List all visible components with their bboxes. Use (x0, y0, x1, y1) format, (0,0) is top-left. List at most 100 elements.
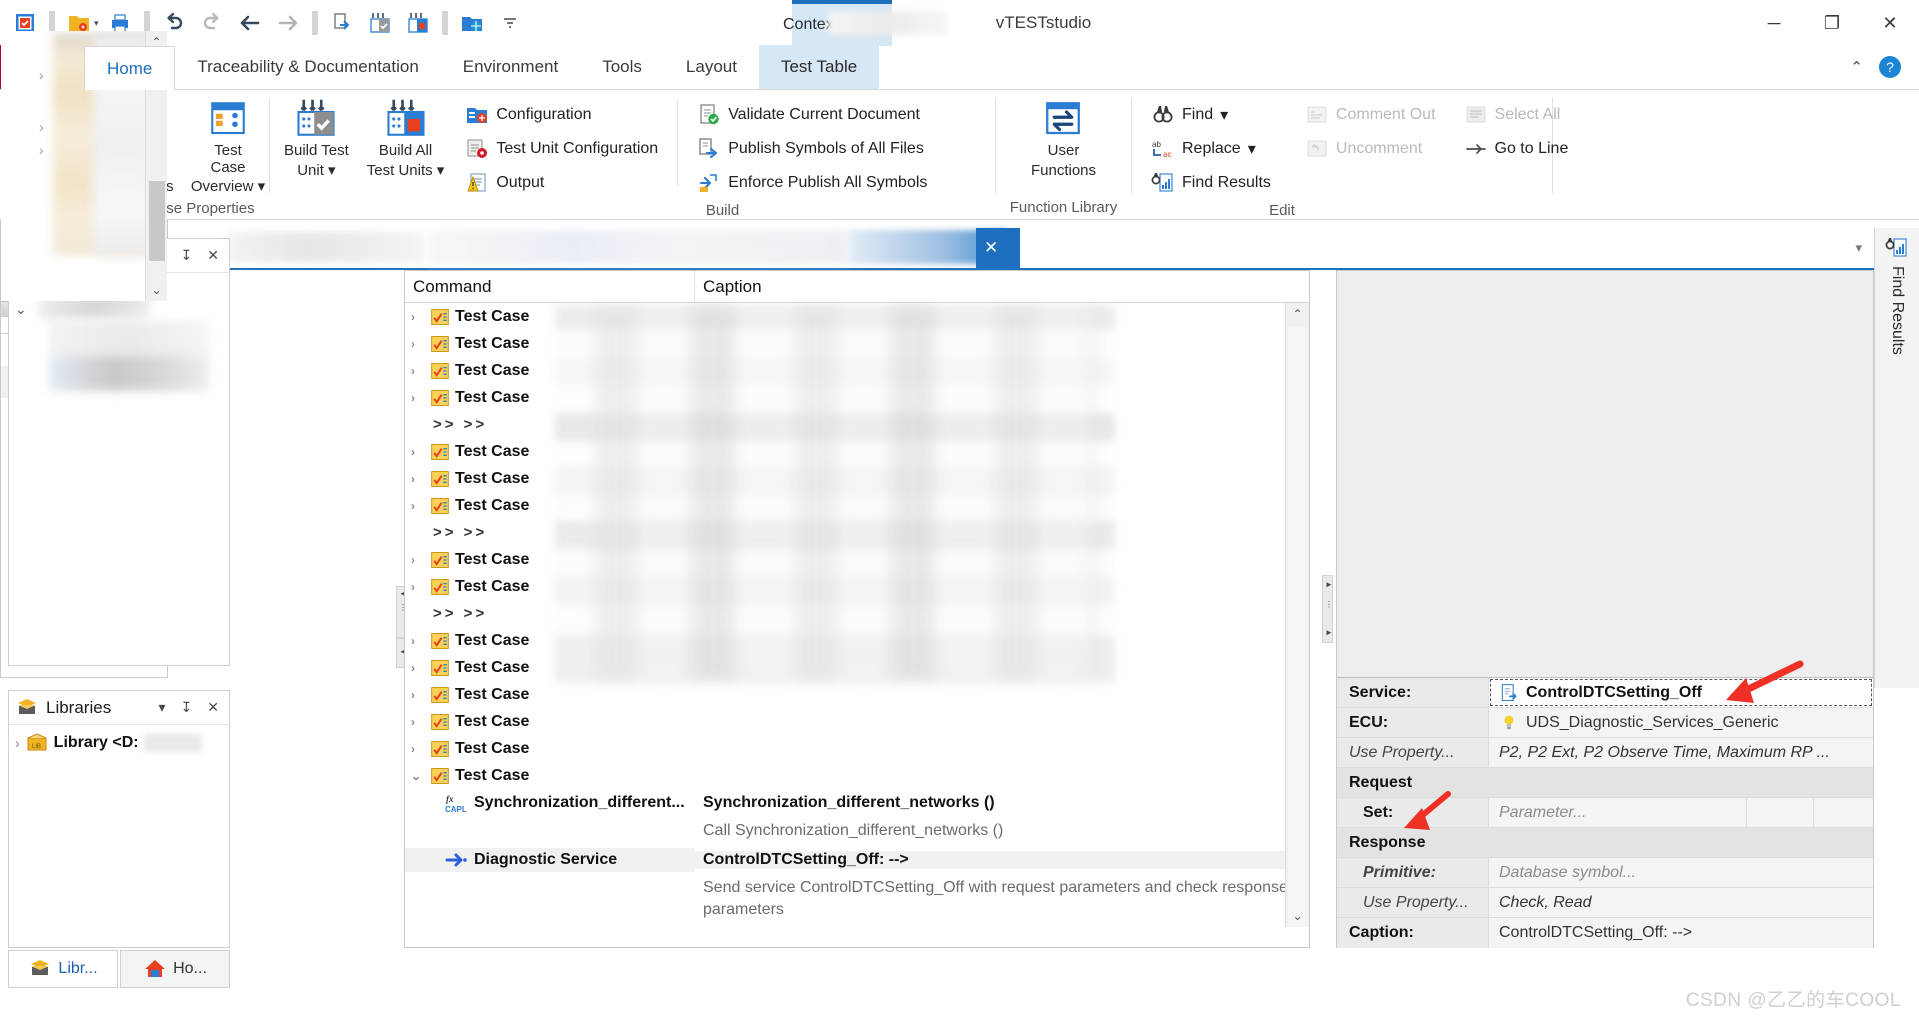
project-node-redacted-2[interactable] (49, 321, 209, 357)
property-subcell-2[interactable] (1813, 798, 1873, 827)
build-test-unit-icon[interactable] (361, 4, 399, 42)
row-expander-icon[interactable]: › (411, 688, 425, 702)
row-expander-icon[interactable]: › (411, 742, 425, 756)
test-case-overview-button[interactable]: Test Case Overview ▾ (190, 96, 266, 198)
project-tree[interactable]: ▯ ⌄ (9, 273, 229, 665)
row-caption[interactable]: Synchronization_different_networks () (695, 794, 1309, 812)
row-command[interactable]: › Test Case (405, 658, 695, 678)
table-row[interactable]: › Test Case (405, 546, 1309, 573)
row-command[interactable]: › Test Case (405, 685, 695, 705)
project-panel-pin-icon[interactable]: ↧ (177, 247, 197, 264)
scroll-down-icon[interactable]: ⌄ (146, 279, 167, 301)
row-command[interactable]: › Test Case (405, 712, 695, 732)
row-expander-icon[interactable]: › (411, 553, 425, 567)
table-row[interactable]: › Test Case (405, 492, 1309, 519)
table-row[interactable]: › Test Case (405, 681, 1309, 708)
row-collapse-icon[interactable]: ⌄ (411, 769, 425, 783)
libraries-panel-close-icon[interactable]: ✕ (203, 699, 223, 716)
build-all-test-units-button[interactable]: Build All Test Units ▾ (361, 96, 451, 181)
comment-out-button[interactable]: Comment Out (1300, 98, 1441, 132)
property-subcell-1[interactable] (1746, 798, 1806, 827)
table-row-separator[interactable]: >> >> (405, 519, 1309, 546)
configuration-icon[interactable] (453, 4, 491, 42)
find-results-button[interactable]: Find Results (1146, 166, 1276, 200)
property-row-caption[interactable]: Caption: ControlDTCSetting_Off: --> (1337, 918, 1873, 948)
publish-symbols-icon[interactable] (323, 4, 361, 42)
row-command[interactable]: Diagnostic Service (405, 848, 695, 872)
build-test-unit-button[interactable]: Build Test Unit ▾ (278, 96, 355, 181)
test-unit-configuration-button[interactable]: Test Unit Configuration (460, 132, 663, 166)
back-icon[interactable] (231, 4, 269, 42)
property-value[interactable]: Database symbol... (1489, 858, 1873, 887)
scroll-thumb[interactable] (1288, 327, 1308, 927)
property-row-set[interactable]: Set: Parameter... (1337, 798, 1873, 828)
scroll-up-icon[interactable]: ⌃ (1286, 303, 1309, 325)
table-row[interactable]: › Test Case (405, 438, 1309, 465)
column-header-command[interactable]: Command (405, 271, 695, 302)
restore-button[interactable]: ❐ (1803, 0, 1861, 46)
close-document-icon[interactable]: ✕ (984, 238, 998, 258)
row-expander-icon[interactable]: › (411, 715, 425, 729)
document-tab-redacted-2[interactable] (428, 230, 848, 264)
dock-tab-home[interactable]: Ho... (120, 950, 230, 988)
scroll-thumb[interactable] (149, 181, 165, 261)
tab-layout[interactable]: Layout (664, 45, 759, 89)
table-row-separator[interactable]: >> >> (405, 600, 1309, 627)
row-command[interactable]: › Test Case (405, 469, 695, 489)
table-row[interactable]: › Test Case (405, 654, 1309, 681)
table-vscrollbar[interactable]: ⌃ ⌄ (1285, 303, 1309, 927)
redo-icon[interactable] (193, 4, 231, 42)
tab-environment[interactable]: Environment (441, 45, 580, 89)
enforce-publish-all-symbols-button[interactable]: Enforce Publish All Symbols (692, 166, 932, 200)
row-expander-icon[interactable]: › (411, 472, 425, 486)
grip-dots[interactable]: ⋮ (1325, 600, 1333, 609)
row-command[interactable]: › Test Case (405, 577, 695, 597)
minimize-button[interactable]: ─ (1745, 0, 1803, 46)
table-row[interactable]: › Test Case (405, 357, 1309, 384)
table-body[interactable]: › Test Case › Test Case › Test Case › Te… (405, 303, 1309, 927)
library-tree-item[interactable]: › LIB Library <D: (11, 729, 227, 757)
active-document-tab[interactable]: ✕ (976, 228, 1020, 268)
chevron-up-icon[interactable]: ⌃ (1850, 58, 1863, 76)
validate-current-document-button[interactable]: Validate Current Document (692, 98, 932, 132)
row-expander-icon[interactable]: › (411, 391, 425, 405)
property-value[interactable]: Parameter... (1489, 798, 1873, 827)
project-panel-close-icon[interactable]: ✕ (203, 247, 223, 264)
row-command[interactable]: › Test Case (405, 496, 695, 516)
publish-symbols-all-files-button[interactable]: Publish Symbols of All Files (692, 132, 932, 166)
row-command[interactable]: › Test Case (405, 550, 695, 570)
table-row[interactable]: › Test Case (405, 627, 1309, 654)
table-row-expanded[interactable]: ⌄ Test Case (405, 762, 1309, 789)
grip-arrow-right-icon-2[interactable]: ► (1325, 628, 1333, 637)
table-row[interactable]: › Test Case (405, 465, 1309, 492)
row-command[interactable]: › Test Case (405, 739, 695, 759)
tab-home[interactable]: Home (84, 46, 176, 90)
row-command[interactable]: › Test Case (405, 361, 695, 381)
document-tab-overflow-icon[interactable]: ▾ (1855, 240, 1862, 256)
grip-arrow-right-icon[interactable]: ► (1325, 580, 1333, 589)
row-expander-icon[interactable]: › (411, 337, 425, 351)
row-expander-icon[interactable]: › (411, 310, 425, 324)
table-row[interactable]: › Test Case (405, 735, 1309, 762)
project-node-redacted-3[interactable] (49, 355, 209, 391)
table-row-diagnostic-service[interactable]: Diagnostic Service ControlDTCSetting_Off… (405, 845, 1309, 875)
test-execution-expander-2[interactable]: › (39, 119, 44, 135)
tab-test-table[interactable]: Test Table (758, 45, 880, 89)
go-to-line-button[interactable]: Go to Line (1459, 132, 1574, 166)
row-command[interactable]: › Test Case (405, 442, 695, 462)
row-command[interactable]: › Test Case (405, 631, 695, 651)
close-button[interactable]: ✕ (1861, 0, 1919, 46)
select-all-button[interactable]: Select All (1459, 98, 1574, 132)
row-expander-icon[interactable]: › (411, 661, 425, 675)
dock-tab-libraries[interactable]: Libr... (8, 950, 118, 988)
table-row[interactable]: › Test Case (405, 573, 1309, 600)
row-caption[interactable]: ControlDTCSetting_Off: --> (695, 851, 1309, 869)
table-row-capl-function[interactable]: fx CAPL Synchronization_different... Sync… (405, 789, 1309, 817)
row-expander-icon[interactable]: › (411, 499, 425, 513)
test-execution-expander-1[interactable]: › (39, 67, 44, 83)
column-header-caption[interactable]: Caption (695, 271, 1309, 302)
find-dropdown-icon[interactable]: ▾ (1220, 105, 1228, 125)
help-icon[interactable]: ? (1879, 56, 1901, 78)
build-all-test-units-icon[interactable] (399, 4, 437, 42)
table-right-grip[interactable]: ► ⋮ ► (1322, 575, 1333, 643)
